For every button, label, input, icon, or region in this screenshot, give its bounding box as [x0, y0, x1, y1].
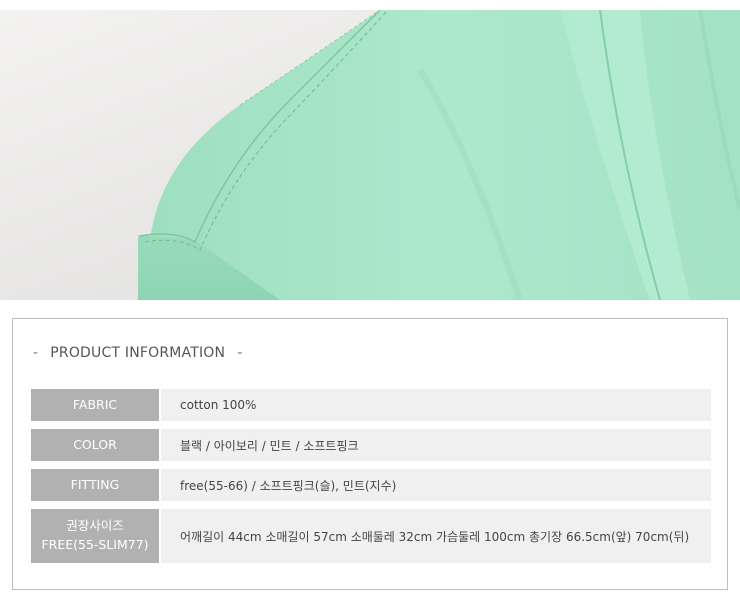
row-value: 블랙 / 아이보리 / 민트 / 소프트핑크: [161, 429, 711, 461]
title-dash-left: -: [33, 345, 39, 361]
product-photo: [0, 10, 740, 300]
row-label-line1: 권장사이즈: [66, 518, 124, 534]
row-label: COLOR: [31, 429, 159, 461]
row-value: free(55-66) / 소프트핑크(슬), 민트(지수): [161, 469, 711, 501]
info-row-fabric: FABRIC cotton 100%: [31, 389, 711, 421]
info-row-color: COLOR 블랙 / 아이보리 / 민트 / 소프트핑크: [31, 429, 711, 461]
info-row-size: 권장사이즈 FREE(55-SLIM77) 어깨길이 44cm 소매길이 57c…: [31, 509, 711, 563]
row-label: 권장사이즈 FREE(55-SLIM77): [31, 509, 159, 563]
title-text: PRODUCT INFORMATION: [50, 345, 226, 361]
product-information-panel: - PRODUCT INFORMATION - FABRIC cotton 100%…: [12, 318, 728, 590]
row-value: cotton 100%: [161, 389, 711, 421]
row-label: FITTING: [31, 469, 159, 501]
product-information-title: - PRODUCT INFORMATION -: [33, 345, 242, 361]
shirt-shoulder-image: [0, 10, 740, 300]
row-label-line2: FREE(55-SLIM77): [41, 537, 149, 552]
info-row-fitting: FITTING free(55-66) / 소프트핑크(슬), 민트(지수): [31, 469, 711, 501]
row-value: 어깨길이 44cm 소매길이 57cm 소매둘레 32cm 가슴둘레 100cm…: [161, 509, 711, 563]
title-dash-right: -: [237, 345, 243, 361]
row-label: FABRIC: [31, 389, 159, 421]
